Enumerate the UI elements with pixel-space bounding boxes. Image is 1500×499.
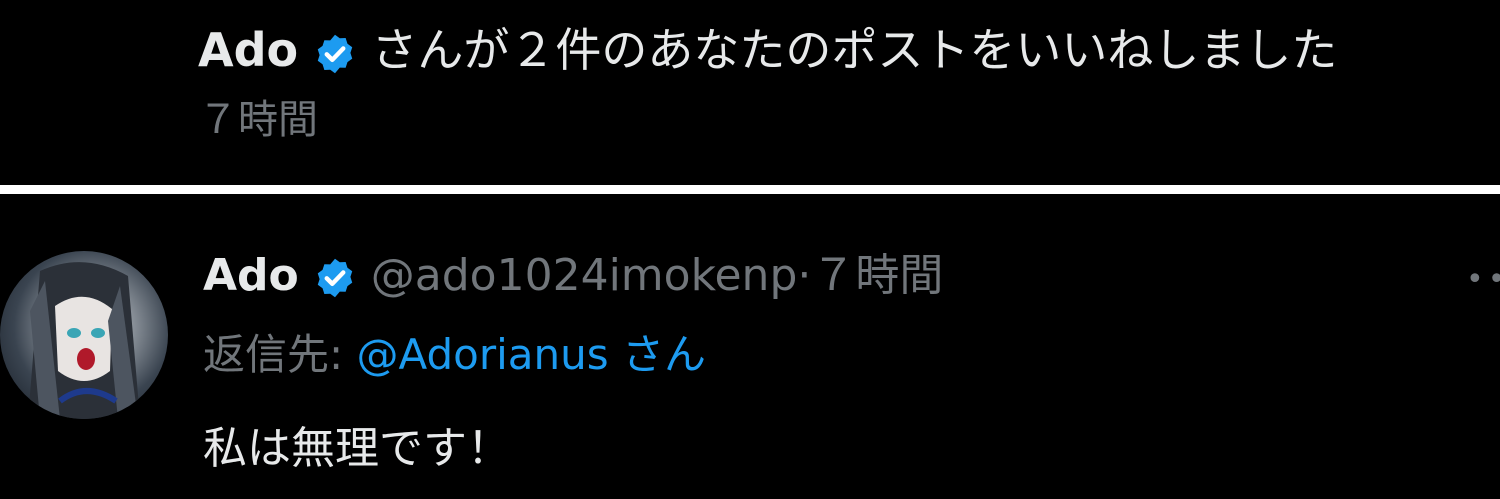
tweet-time[interactable]: ７時間 bbox=[811, 250, 943, 301]
notification-time: ７時間 bbox=[198, 97, 318, 143]
notification-user-name[interactable]: Ado bbox=[198, 23, 298, 77]
notification-text: Ado さんが２件のあなたのポストをいいねしました bbox=[198, 20, 1337, 80]
reply-to-mention[interactable]: @Adorianus bbox=[357, 330, 609, 379]
tweet-handle[interactable]: @ado1024imokenp bbox=[371, 250, 798, 301]
reply-to-suffix: さん bbox=[622, 330, 707, 379]
tweet-user-name[interactable]: Ado bbox=[203, 250, 299, 301]
reply-to-line: 返信先: @Adorianus さん bbox=[203, 326, 706, 384]
tweet-dot-separator: · bbox=[797, 250, 812, 301]
avatar[interactable] bbox=[0, 251, 168, 419]
screenshot-divider bbox=[0, 185, 1500, 194]
verified-badge-icon bbox=[317, 34, 352, 73]
notification-action: さんが２件のあなたのポストをいいねしました bbox=[371, 23, 1338, 77]
more-options-icon[interactable]: •• bbox=[1466, 262, 1500, 297]
avatar-illustration bbox=[28, 262, 140, 419]
verified-badge-icon bbox=[317, 258, 353, 298]
tweet-header: Ado @ado1024imokenp·７時間 bbox=[203, 247, 943, 305]
reply-to-label: 返信先: bbox=[203, 330, 344, 379]
tweet-text: 私は無理です！ bbox=[203, 423, 511, 474]
like-notification[interactable]: Ado さんが２件のあなたのポストをいいねしました ７時間 ▬ ▬ ▬ ▬ ▬ … bbox=[0, 0, 1500, 185]
cutoff-post-preview: ▬ ▬ ▬ ▬ ▬ ▬ ▬ ▬ ▬ ▬ ▬ bbox=[198, 170, 768, 185]
